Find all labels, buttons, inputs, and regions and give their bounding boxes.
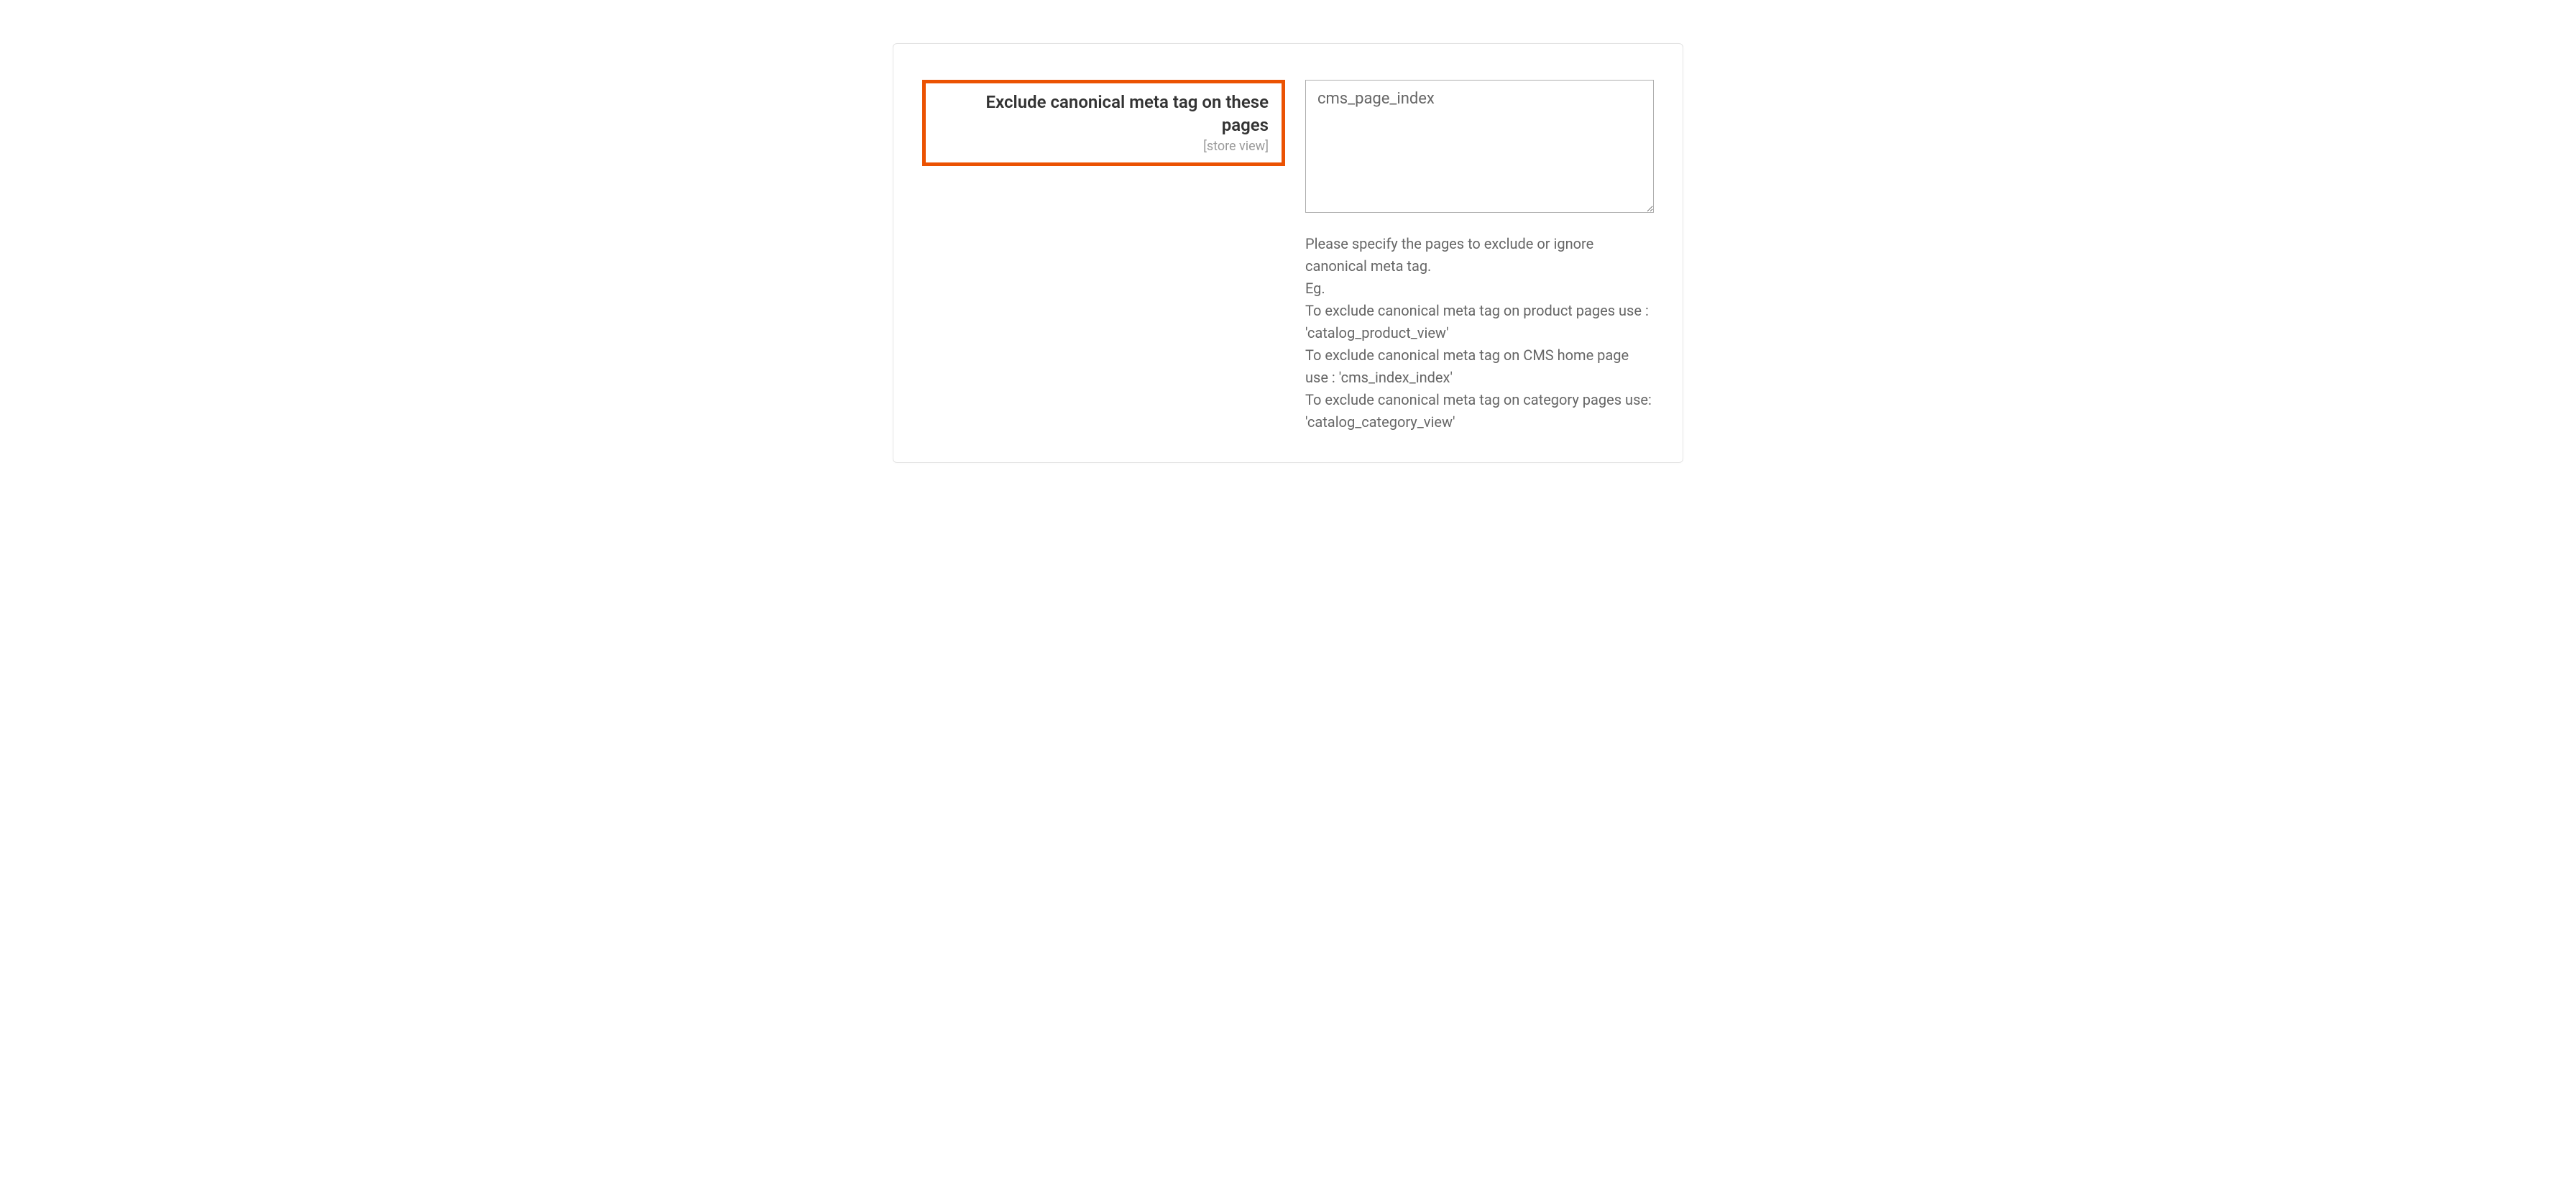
field-label-highlighted: Exclude canonical meta tag on these page… [922, 80, 1285, 166]
field-label-text: Exclude canonical meta tag on these page… [939, 91, 1269, 137]
field-row: Exclude canonical meta tag on these page… [922, 80, 1654, 433]
exclude-canonical-pages-textarea[interactable] [1305, 80, 1654, 213]
field-help-text: Please specify the pages to exclude or i… [1305, 233, 1654, 433]
field-control: Please specify the pages to exclude or i… [1305, 80, 1654, 433]
config-panel: Exclude canonical meta tag on these page… [893, 43, 1683, 463]
field-scope-text: [store view] [939, 139, 1269, 154]
